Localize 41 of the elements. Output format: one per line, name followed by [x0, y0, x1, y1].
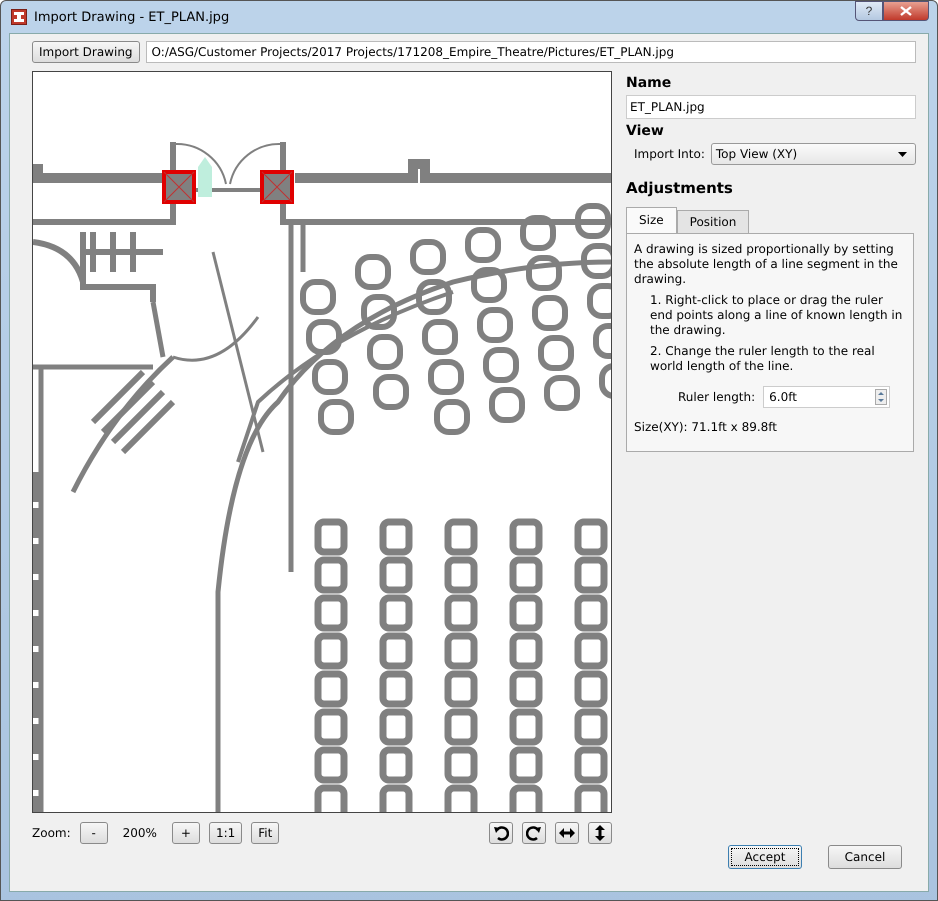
section-heading: Adjustments — [626, 179, 734, 197]
rotate-left-icon — [493, 825, 509, 841]
dialog-button[interactable]: Accept — [728, 845, 802, 869]
app-icon — [11, 9, 27, 25]
zoom-in-button[interactable]: + — [172, 822, 200, 844]
ruler-handle[interactable] — [162, 170, 196, 204]
import-into-label: Import Into: — [634, 147, 705, 161]
section-heading: Name — [626, 75, 672, 91]
help-button[interactable]: ? — [855, 1, 883, 21]
flip-horizontal-button[interactable] — [555, 822, 579, 844]
ruler-handle[interactable] — [260, 170, 294, 204]
tab[interactable]: Size — [626, 207, 677, 233]
fit-button[interactable]: Fit — [251, 822, 280, 844]
instructions-text: A drawing is sized proportionally by setting the absolute length of a line segment in the drawing. — [634, 242, 899, 287]
instruction-step: 2. Change the ruler length to the real world length of the line. — [634, 344, 906, 374]
instruction-step: 1. Right-click to place or drag the ruler end points along a line of known length in the drawing. — [634, 293, 906, 338]
flip-vertical-button[interactable] — [588, 822, 612, 844]
ruler-length-label: Ruler length: — [678, 390, 756, 404]
ruler-length-field[interactable]: 6.0ft — [763, 386, 890, 408]
section-heading: View — [626, 123, 665, 139]
view-dropdown[interactable]: Top View (XY) — [710, 143, 916, 165]
close-icon — [900, 6, 912, 16]
rotate-right-icon — [526, 825, 542, 841]
horizontal-arrows-icon — [559, 825, 575, 841]
zoom-value: 200% — [122, 826, 157, 840]
import-drawing-button[interactable]: Import Drawing — [32, 41, 140, 63]
rotate-left-button[interactable] — [489, 822, 513, 844]
window-title: Import Drawing - ET_PLAN.jpg — [34, 10, 230, 24]
size-text: Size(XY): 71.1ft x 89.8ft — [634, 420, 778, 435]
arrow-marker-icon — [198, 157, 212, 197]
actual-size-button[interactable]: 1:1 — [208, 822, 242, 844]
spin-arrows-icon[interactable] — [875, 389, 888, 405]
caret-icon — [898, 152, 907, 156]
file-path-field[interactable]: O:/ASG/Customer Projects/2017 Projects/171208_Empire_Theatre/Pictures/ET_PLAN.jpg — [146, 41, 916, 63]
rotate-right-button[interactable] — [522, 822, 546, 844]
dialog-button[interactable]: Cancel — [828, 845, 902, 869]
close-button[interactable] — [883, 1, 929, 21]
name-field[interactable]: ET_PLAN.jpg — [626, 95, 916, 119]
zoom-out-button[interactable]: - — [80, 822, 108, 844]
zoom-label: Zoom: — [32, 826, 71, 840]
tab[interactable]: Position — [676, 210, 750, 233]
